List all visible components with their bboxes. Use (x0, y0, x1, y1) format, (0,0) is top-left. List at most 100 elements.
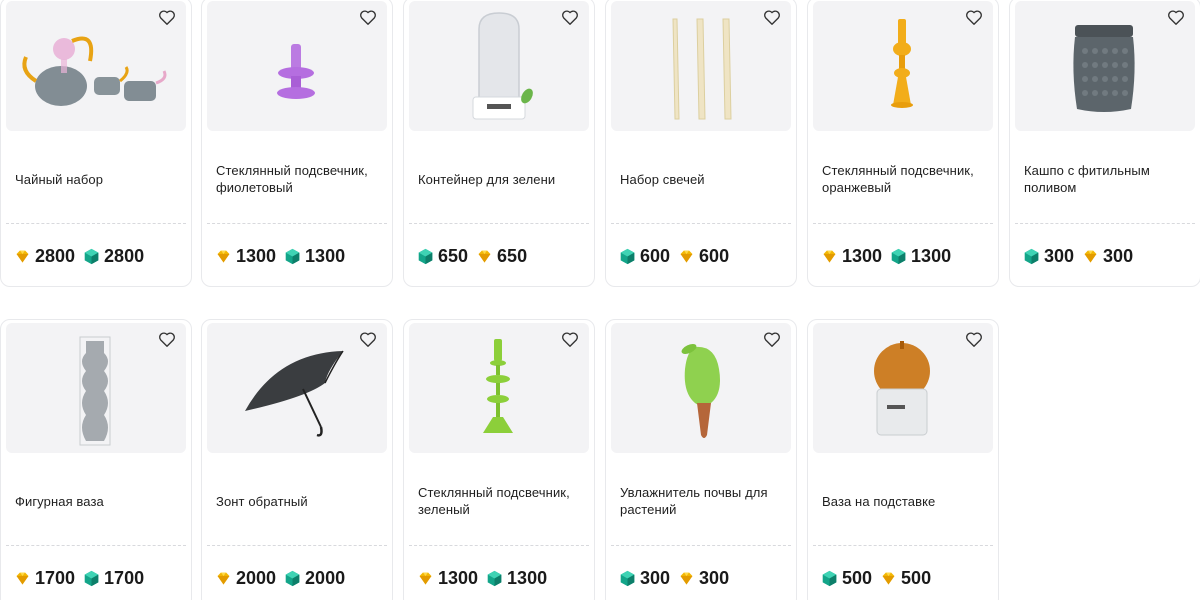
card-divider (409, 545, 589, 546)
price-gold: 650 (476, 246, 527, 267)
favorite-heart-icon[interactable] (359, 331, 379, 351)
price-row: 650 650 (417, 244, 535, 268)
price-teal: 1300 (486, 568, 547, 589)
card-divider (207, 545, 387, 546)
teal-gem-icon (83, 248, 100, 265)
product-card-greens-container[interactable]: Контейнер для зелени 650 650 (403, 0, 595, 287)
price-teal: 1300 (284, 246, 345, 267)
gold-gem-icon (215, 248, 232, 265)
price-teal: 600 (619, 246, 670, 267)
product-image-vase-on-stand (813, 323, 993, 453)
price-teal: 2000 (284, 568, 345, 589)
product-card-umbrella[interactable]: Зонт обратный 2000 2000 (201, 319, 393, 600)
price-gold: 300 (678, 568, 729, 589)
product-title: Увлажнитель почвы для растений (620, 485, 768, 517)
gold-gem-icon (476, 248, 493, 265)
favorite-heart-icon[interactable] (561, 9, 581, 29)
price-row: 600 600 (619, 244, 737, 268)
card-divider (611, 223, 791, 224)
product-image-candles (611, 1, 791, 131)
gold-gem-icon (14, 248, 31, 265)
price-teal: 1700 (83, 568, 144, 589)
price-gold: 600 (678, 246, 729, 267)
teal-gem-icon (619, 570, 636, 587)
teal-gem-icon (284, 248, 301, 265)
price-row: 300 300 (1023, 244, 1141, 268)
card-divider (813, 545, 993, 546)
product-title: Чайный набор (15, 171, 104, 187)
product-title: Стеклянный подсвечник, зеленый (418, 485, 570, 517)
favorite-heart-icon[interactable] (763, 9, 783, 29)
product-image-umbrella (207, 323, 387, 453)
product-card-soil-humidifier[interactable]: Увлажнитель почвы для растений 300 300 (605, 319, 797, 600)
price-gold: 1300 (215, 246, 276, 267)
price-teal: 500 (821, 568, 872, 589)
favorite-heart-icon[interactable] (1167, 9, 1187, 29)
favorite-heart-icon[interactable] (965, 9, 985, 29)
price-teal: 2800 (83, 246, 144, 267)
price-row: 2800 2800 (14, 244, 152, 268)
favorite-heart-icon[interactable] (158, 331, 178, 351)
gold-gem-icon (14, 570, 31, 587)
product-image-soil-humidifier (611, 323, 791, 453)
price-row: 2000 2000 (215, 566, 353, 590)
teal-gem-icon (1023, 248, 1040, 265)
card-divider (207, 223, 387, 224)
price-row: 1300 1300 (215, 244, 353, 268)
price-gold: 2000 (215, 568, 276, 589)
product-card-vase-on-stand[interactable]: Ваза на подставке 500 500 (807, 319, 999, 600)
teal-gem-icon (284, 570, 301, 587)
price-gold: 1700 (14, 568, 75, 589)
price-row: 1700 1700 (14, 566, 152, 590)
product-card-candles[interactable]: Набор свечей 600 600 (605, 0, 797, 287)
favorite-heart-icon[interactable] (763, 331, 783, 351)
price-gold: 1300 (417, 568, 478, 589)
price-row: 500 500 (821, 566, 939, 590)
gold-gem-icon (821, 248, 838, 265)
gold-gem-icon (417, 570, 434, 587)
teal-gem-icon (619, 248, 636, 265)
favorite-heart-icon[interactable] (965, 331, 985, 351)
teal-gem-icon (83, 570, 100, 587)
product-card-tea-set[interactable]: Чайный набор 2800 2800 (0, 0, 192, 287)
product-card-candlestick-purple[interactable]: Стеклянный подсвечник, фиолетовый 1300 1… (201, 0, 393, 287)
product-title: Стеклянный подсвечник, оранжевый (822, 163, 974, 195)
card-divider (6, 223, 186, 224)
product-image-candlestick-green (409, 323, 589, 453)
favorite-heart-icon[interactable] (561, 331, 581, 351)
price-gold: 1300 (821, 246, 882, 267)
price-row: 1300 1300 (417, 566, 555, 590)
product-title: Ваза на подставке (822, 493, 936, 509)
price-teal: 650 (417, 246, 468, 267)
gold-gem-icon (678, 248, 695, 265)
price-row: 1300 1300 (821, 244, 959, 268)
price-teal: 300 (619, 568, 670, 589)
card-divider (1015, 223, 1195, 224)
card-divider (409, 223, 589, 224)
product-image-planter (1015, 1, 1195, 131)
product-title: Набор свечей (620, 171, 705, 187)
card-divider (813, 223, 993, 224)
price-teal: 300 (1023, 246, 1074, 267)
price-gold: 300 (1082, 246, 1133, 267)
gold-gem-icon (1082, 248, 1099, 265)
product-title: Стеклянный подсвечник, фиолетовый (216, 163, 368, 195)
product-grid: Чайный набор 2800 2800 Стеклянный подсве… (0, 0, 1200, 600)
card-divider (611, 545, 791, 546)
favorite-heart-icon[interactable] (158, 9, 178, 29)
product-card-candlestick-green[interactable]: Стеклянный подсвечник, зеленый 1300 1300 (403, 319, 595, 600)
product-title: Зонт обратный (216, 493, 308, 509)
teal-gem-icon (821, 570, 838, 587)
card-divider (6, 545, 186, 546)
product-image-tea-set (6, 1, 186, 131)
teal-gem-icon (417, 248, 434, 265)
product-card-candlestick-orange[interactable]: Стеклянный подсвечник, оранжевый 1300 13… (807, 0, 999, 287)
product-image-figure-vase (6, 323, 186, 453)
product-card-planter[interactable]: Кашпо с фитильным поливом 300 300 (1009, 0, 1200, 287)
teal-gem-icon (486, 570, 503, 587)
favorite-heart-icon[interactable] (359, 9, 379, 29)
teal-gem-icon (890, 248, 907, 265)
price-teal: 1300 (890, 246, 951, 267)
product-card-figure-vase[interactable]: Фигурная ваза 1700 1700 (0, 319, 192, 600)
product-title: Кашпо с фитильным поливом (1024, 163, 1150, 195)
